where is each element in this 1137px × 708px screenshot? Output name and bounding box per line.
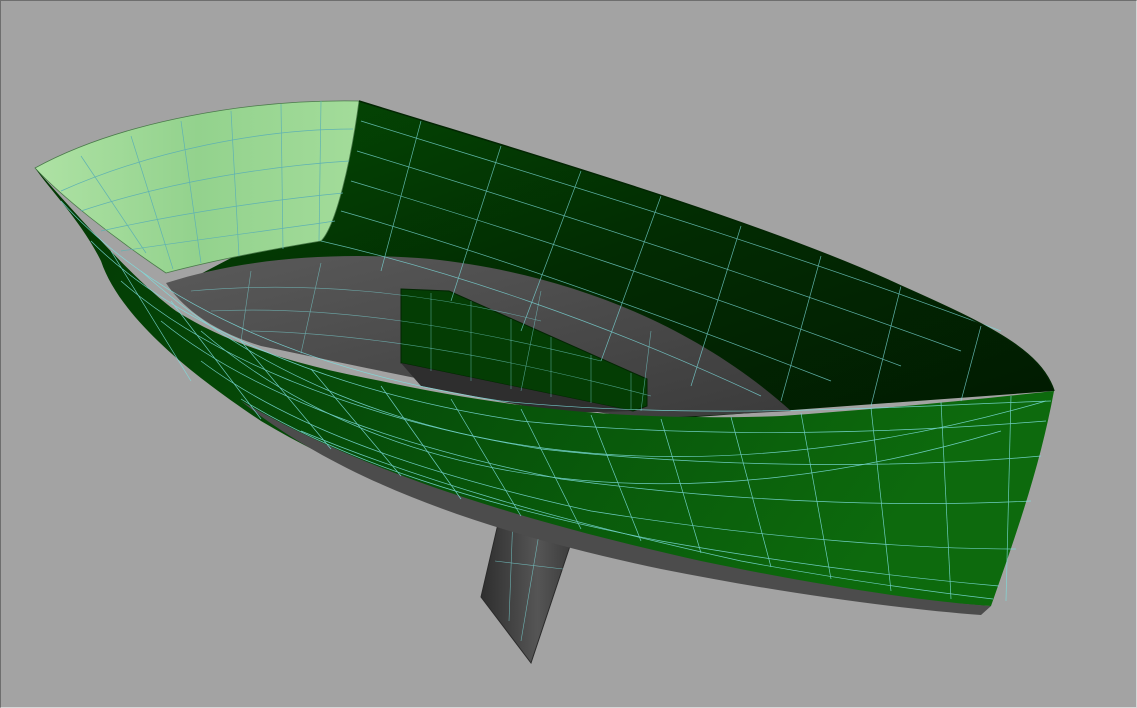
3d-viewport[interactable]: [0, 0, 1137, 708]
boat-hull-model[interactable]: [1, 1, 1136, 707]
